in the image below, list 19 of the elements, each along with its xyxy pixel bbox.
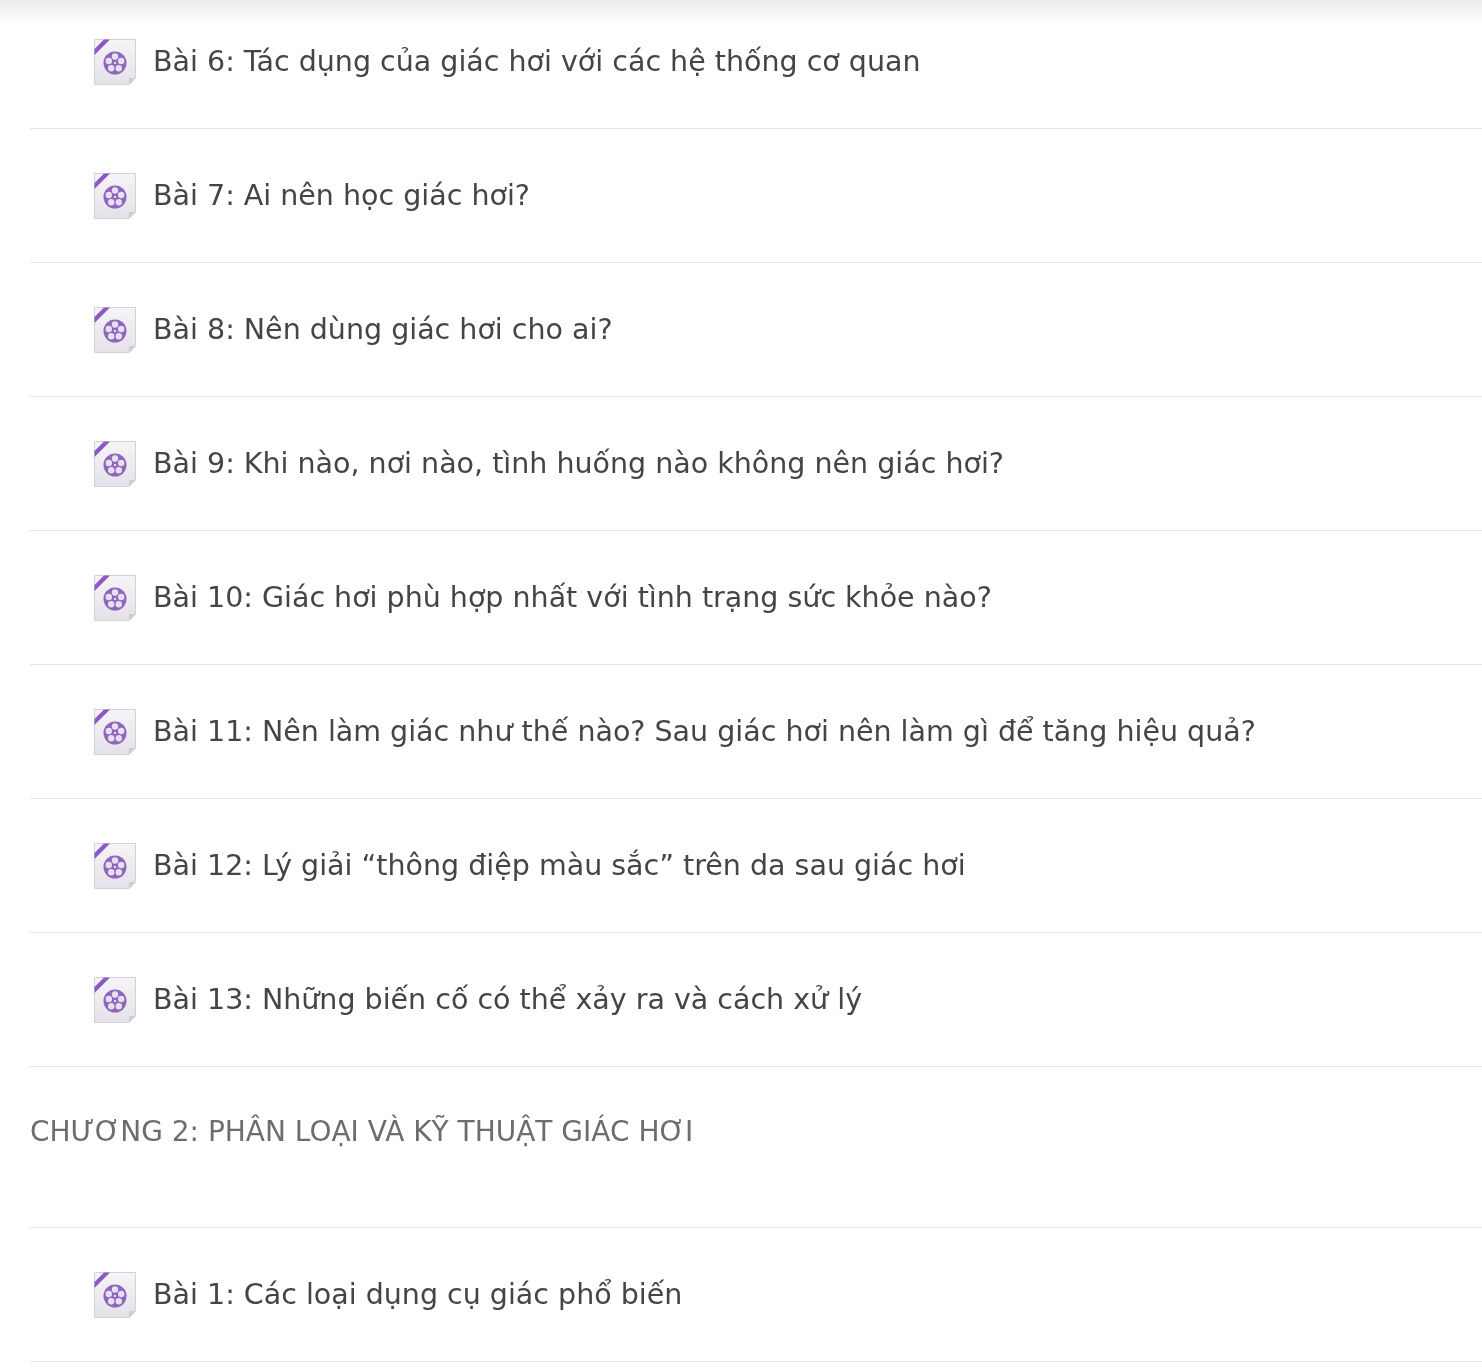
lesson-link[interactable]: Bài 7: Ai nên học giác hơi? — [153, 179, 530, 212]
chapter-title: CHƯƠNG 2: PHÂN LOẠI VÀ KỸ THUẬT GIÁC HƠI — [30, 1113, 694, 1150]
lesson-link[interactable]: Bài 11: Nên làm giác như thế nào? Sau giác hơi nên làm gì để tăng hiệu quả? — [153, 715, 1256, 748]
lesson-link[interactable]: Bài 10: Giác hơi phù hợp nhất với tình trạng sức khỏe nào? — [153, 581, 992, 614]
video-file-icon — [93, 305, 137, 354]
video-file-icon — [93, 37, 137, 86]
lesson-link[interactable]: Bài 6: Tác dụng của giác hơi với các hệ thống cơ quan — [153, 45, 921, 78]
lesson-link[interactable]: Bài 8: Nên dùng giác hơi cho ai? — [153, 313, 613, 346]
lesson-link[interactable]: Bài 9: Khi nào, nơi nào, tình huống nào không nên giác hơi? — [153, 447, 1004, 480]
video-file-icon — [93, 975, 137, 1024]
video-file-icon — [93, 439, 137, 488]
video-file-icon — [93, 573, 137, 622]
video-file-icon — [93, 1270, 137, 1319]
video-file-icon — [93, 707, 137, 756]
video-file-icon — [93, 841, 137, 890]
lesson-link[interactable]: Bài 1: Các loại dụng cụ giác phổ biến — [153, 1278, 683, 1311]
lesson-link[interactable]: Bài 12: Lý giải “thông điệp màu sắc” trên da sau giác hơi — [153, 849, 966, 882]
video-file-icon — [93, 171, 137, 220]
lesson-link[interactable]: Bài 13: Những biến cố có thể xảy ra và cách xử lý — [153, 983, 862, 1016]
